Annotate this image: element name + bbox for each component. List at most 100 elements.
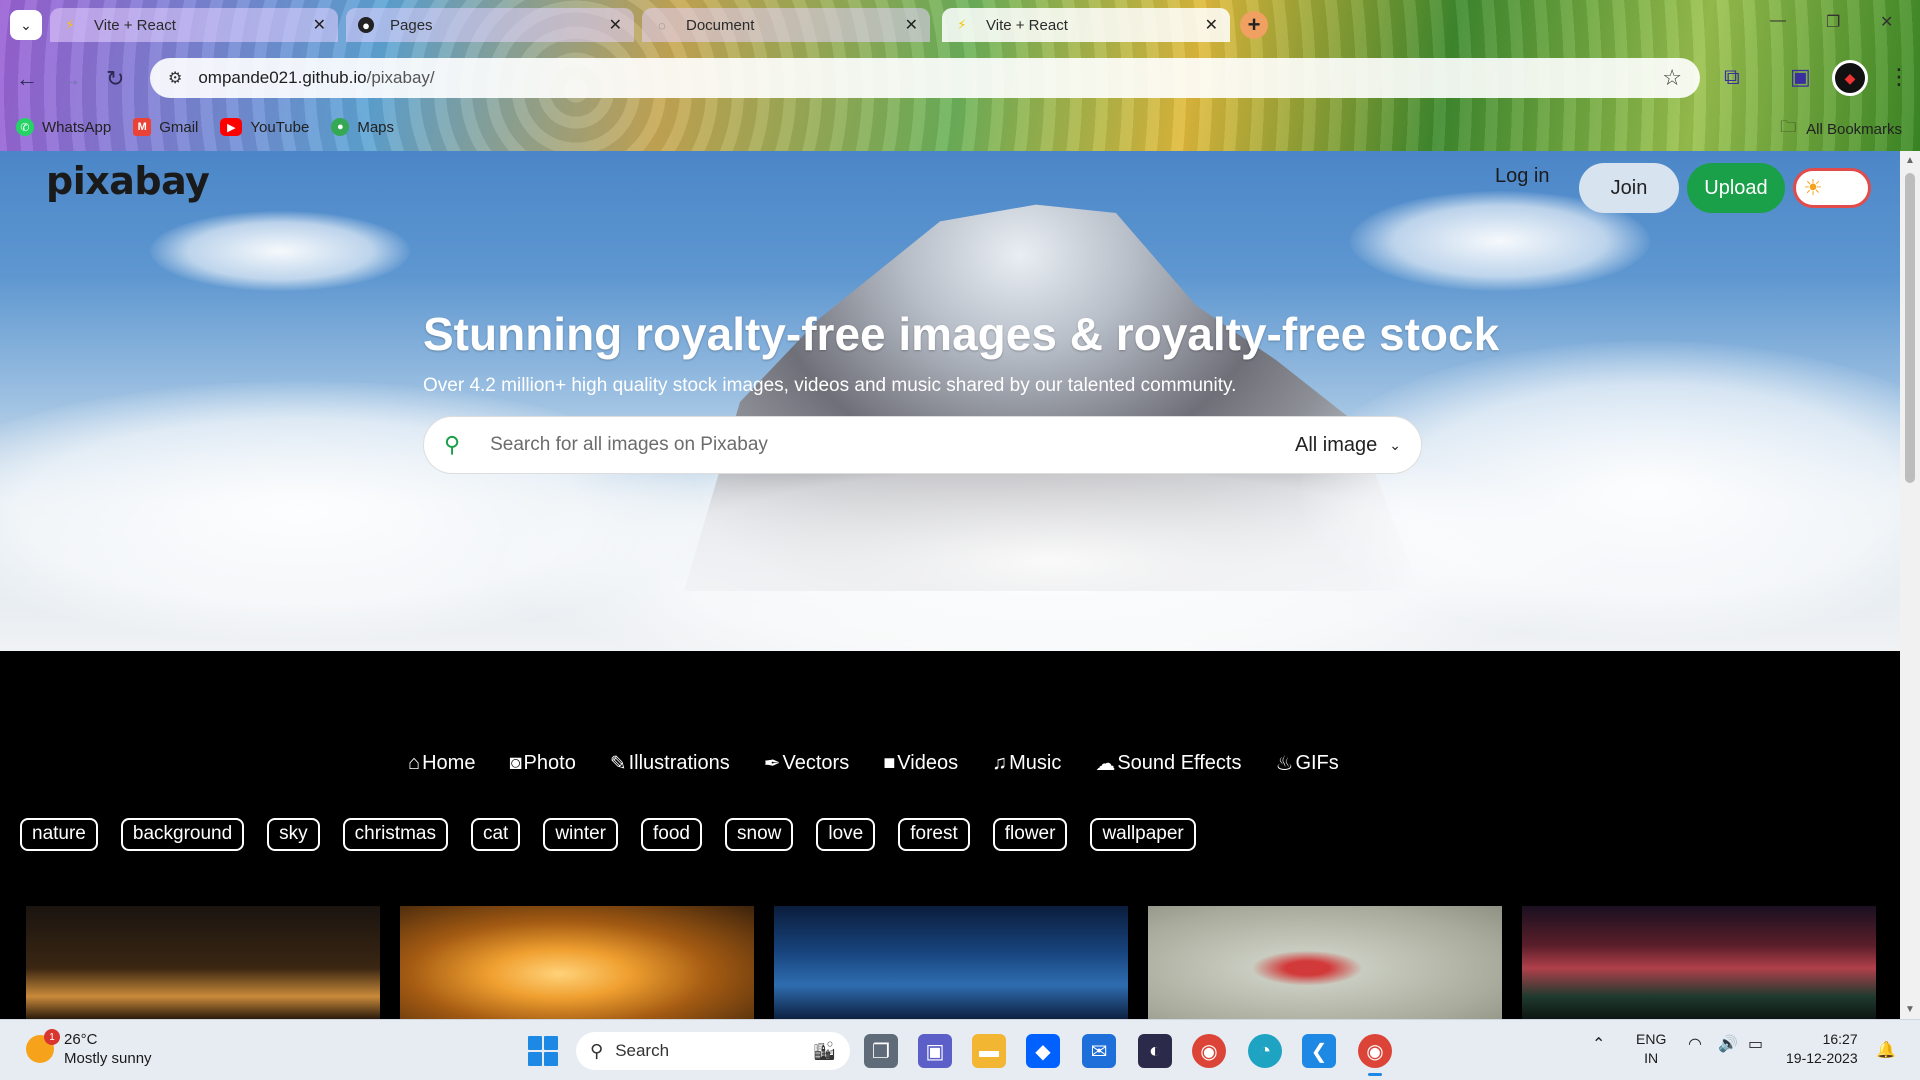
tab-vite-react-1[interactable]: ⚡ Vite + React ✕ [50, 8, 338, 42]
language-indicator[interactable]: ENG IN [1636, 1030, 1666, 1068]
tag-flower[interactable]: flower [992, 818, 1068, 851]
nav-label: Photo [523, 752, 576, 774]
tab-document[interactable]: ◌ Document ✕ [642, 8, 930, 42]
reload-icon[interactable]: ↻ [106, 66, 124, 92]
tab-pages[interactable]: ● Pages ✕ [346, 8, 634, 42]
search-icon[interactable]: ⚲ [444, 432, 460, 458]
tag-christmas[interactable]: christmas [342, 818, 448, 851]
url-path: /pixabay/ [366, 68, 435, 87]
minimize-icon[interactable]: — [1770, 12, 1786, 30]
tab-vite-react-2[interactable]: ⚡ Vite + React ✕ [942, 8, 1230, 42]
back-icon[interactable]: ← [16, 66, 38, 92]
globe-icon: ◌ [658, 17, 666, 33]
browser-toolbar: ← → ↻ ⚙ ompande021.github.io/pixabay/ ☆ … [0, 52, 1920, 104]
image-thumbnail[interactable] [400, 906, 754, 1019]
nav-videos[interactable]: ■ Videos [883, 752, 958, 775]
tag-food[interactable]: food [641, 818, 702, 851]
upload-button[interactable]: Upload [1687, 163, 1785, 213]
nav-music[interactable]: ♫ Music [992, 752, 1061, 775]
start-button[interactable] [528, 1036, 558, 1066]
tag-snow[interactable]: snow [725, 818, 794, 851]
nav-illustrations[interactable]: ✎ Illustrations [610, 751, 730, 776]
theme-toggle[interactable]: ☀ [1793, 168, 1871, 208]
notification-bell-icon[interactable]: 🔔 [1876, 1040, 1896, 1060]
tag-wallpaper[interactable]: wallpaper [1090, 818, 1196, 851]
tag-background[interactable]: background [120, 818, 245, 851]
site-info-icon[interactable]: ⚙ [168, 68, 182, 88]
scroll-down-icon[interactable]: ▼ [1905, 1004, 1915, 1015]
all-bookmarks[interactable]: 🗀 All Bookmarks [1780, 116, 1902, 143]
new-tab-button[interactable]: + [1240, 11, 1268, 39]
tag-cat[interactable]: cat [470, 818, 521, 851]
profile-avatar[interactable]: ◆ [1832, 60, 1868, 96]
eclipse-icon[interactable]: ◐ [1138, 1034, 1172, 1068]
extensions-icon[interactable]: ⧉ [1724, 64, 1740, 90]
bookmarks-bar: ✆ WhatsApp M Gmail ▶ YouTube ● Maps 🗀 Al… [0, 112, 1920, 142]
scrollbar-thumb[interactable] [1905, 173, 1915, 483]
weather-widget[interactable]: 1 26°C Mostly sunny [26, 1029, 152, 1068]
volume-icon[interactable]: 🔊 [1718, 1034, 1738, 1054]
image-thumbnail[interactable] [774, 906, 1128, 1019]
search-input[interactable] [490, 434, 1295, 456]
tray-chevron-up-icon[interactable]: ⌃ [1592, 1034, 1605, 1054]
folder-icon: 🗀 [1780, 119, 1797, 136]
task-view-icon[interactable]: ❐ [864, 1034, 898, 1068]
bookmark-gmail[interactable]: M Gmail [133, 118, 198, 136]
nav-sound-effects[interactable]: ☁ Sound Effects [1095, 751, 1241, 776]
clock-time: 16:27 [1822, 1031, 1858, 1047]
scroll-up-icon[interactable]: ▲ [1905, 155, 1915, 166]
mail-icon[interactable]: ✉ [1082, 1034, 1116, 1068]
clock-date: 19-12-2023 [1786, 1050, 1858, 1066]
edge-icon[interactable]: ◔ [1248, 1034, 1282, 1068]
close-icon[interactable]: ✕ [905, 15, 918, 35]
image-thumbnail[interactable] [1522, 906, 1876, 1019]
nav-photo[interactable]: ◙ Photo [509, 752, 575, 775]
forward-icon[interactable]: → [60, 66, 82, 92]
taskbar-search[interactable]: ⚲ Search 🏙 [576, 1032, 850, 1070]
tag-nature[interactable]: nature [20, 818, 98, 851]
nav-home[interactable]: ⌂ Home [408, 752, 475, 775]
login-link[interactable]: Log in [1495, 165, 1550, 188]
address-bar[interactable]: ⚙ ompande021.github.io/pixabay/ ☆ [150, 58, 1700, 98]
bookmark-whatsapp[interactable]: ✆ WhatsApp [16, 118, 111, 136]
lang-region: IN [1644, 1050, 1659, 1066]
vscode-icon[interactable]: ❮ [1302, 1034, 1336, 1068]
bookmark-star-icon[interactable]: ☆ [1662, 65, 1682, 91]
side-panel-icon[interactable]: ▣ [1790, 64, 1811, 90]
pixabay-logo[interactable]: pixabay [46, 159, 210, 203]
close-window-icon[interactable]: ✕ [1880, 12, 1893, 32]
dropbox-icon[interactable]: ◆ [1026, 1034, 1060, 1068]
tag-sky[interactable]: sky [267, 818, 320, 851]
page-scrollbar[interactable]: ▲ ▼ [1900, 151, 1920, 1019]
tag-love[interactable]: love [816, 818, 876, 851]
nav-label: GIFs [1295, 752, 1339, 774]
image-thumbnail[interactable] [26, 906, 380, 1019]
close-icon[interactable]: ✕ [609, 15, 622, 35]
file-explorer-icon[interactable]: ▬ [972, 1034, 1006, 1068]
tag-winter[interactable]: winter [543, 818, 619, 851]
chevron-down-icon[interactable]: ⌄ [1389, 437, 1401, 454]
menu-icon[interactable]: ⋮ [1888, 64, 1910, 90]
youtube-icon: ▶ [220, 118, 243, 136]
nav-vectors[interactable]: ✒ Vectors [764, 751, 849, 776]
tag-forest[interactable]: forest [898, 818, 970, 851]
close-icon[interactable]: ✕ [1205, 15, 1218, 35]
windows-taskbar: 1 26°C Mostly sunny ⚲ Search 🏙 ❐ ▣ ▬ ◆ ✉… [0, 1019, 1920, 1080]
battery-icon[interactable]: ▭ [1748, 1034, 1763, 1054]
restore-icon[interactable]: ❐ [1826, 12, 1840, 32]
close-icon[interactable]: ✕ [313, 15, 326, 35]
chrome-active-icon[interactable]: ◉ [1358, 1034, 1392, 1076]
wifi-icon[interactable]: ◠ [1688, 1034, 1702, 1054]
join-button[interactable]: Join [1579, 163, 1679, 213]
bookmark-youtube[interactable]: ▶ YouTube [220, 118, 309, 136]
weather-temp: 26°C [64, 1031, 98, 1048]
nav-gifs[interactable]: ♨ GIFs [1276, 751, 1339, 776]
search-type-select[interactable]: All image [1295, 434, 1377, 457]
bookmark-maps[interactable]: ● Maps [331, 118, 394, 136]
image-thumbnail[interactable] [1148, 906, 1502, 1019]
teams-icon[interactable]: ▣ [918, 1034, 952, 1068]
url-text[interactable]: ompande021.github.io/pixabay/ [198, 68, 1662, 88]
system-clock[interactable]: 16:27 19-12-2023 [1786, 1030, 1858, 1068]
tab-search-button[interactable]: ⌄ [10, 10, 42, 40]
chrome-icon[interactable]: ◉ [1192, 1034, 1226, 1068]
